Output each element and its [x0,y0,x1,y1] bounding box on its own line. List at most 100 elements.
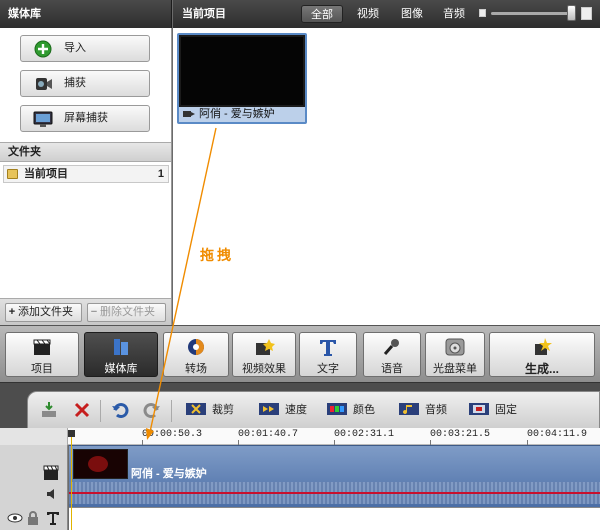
filter-tab-audio[interactable]: 音频 [435,5,473,23]
transition-button-label: 转场 [185,363,207,375]
zoom-slider-track[interactable] [491,12,575,15]
redo-icon[interactable] [143,401,161,419]
import-button[interactable]: 导入 [20,35,150,62]
produce-icon [535,338,552,355]
project-media-area: 阿俏 - 爱与嫉妒 拖拽 [173,28,600,325]
remove-folder-label: 删除文件夹 [100,306,155,318]
video-track[interactable]: 阿俏 - 爱与嫉妒 [69,445,600,507]
screen-capture-label: 屏幕捕获 [64,112,108,124]
zoom-large-icon [581,7,592,20]
speed-button[interactable]: 速度 [258,399,318,421]
produce-button-label: 生成... [524,362,559,376]
zoom-slider-thumb[interactable] [567,5,576,21]
media-caption: 阿俏 - 爱与嫉妒 [199,108,275,120]
edit-toolbar: 裁剪 速度 颜色 音频 固定 [0,382,600,429]
media-library-button[interactable]: 媒体库 [84,332,158,377]
media-library-icon [114,339,128,355]
add-folder-button[interactable]: + 添加文件夹 [5,303,82,322]
playhead-line[interactable] [71,433,72,530]
crop-label: 裁剪 [212,404,234,416]
screen-capture-button[interactable]: 屏幕捕获 [20,105,150,132]
filter-tab-video[interactable]: 视频 [349,5,387,23]
speed-label: 速度 [285,404,307,416]
text-button-label: 文字 [317,363,339,375]
track-headers [0,445,68,530]
filter-tab-all[interactable]: 全部 [301,5,343,23]
transition-icon [188,339,204,355]
crop-button[interactable]: 裁剪 [185,399,245,421]
video-track-icon [43,465,59,480]
freeze-button[interactable]: 固定 [468,399,528,421]
folder-name: 当前项目 [24,168,68,180]
ruler-tick-label: 00:02:31.1 [334,429,395,440]
media-thumbnail [181,37,303,105]
audio-volume-line[interactable] [69,492,600,494]
disc-menu-button-label: 光盘菜单 [433,363,477,375]
voice-button-label: 语音 [381,363,403,375]
media-library-button-label: 媒体库 [104,363,138,375]
clip-title: 阿俏 - 爱与嫉妒 [131,468,207,480]
folders-header: 文件夹 [0,142,171,162]
folder-count: 1 [157,168,164,180]
delete-icon[interactable] [73,401,91,419]
audio-icon [399,403,419,415]
audio-button[interactable]: 音频 [398,399,458,421]
produce-button[interactable]: 生成... [489,332,595,377]
zoom-small-icon [479,9,486,17]
video-effects-button[interactable]: 视频效果 [232,332,296,377]
minus-icon: − [90,306,98,318]
main-toolbar: 项目 媒体库 转场 视频效果 文字 语音 光盘菜单 生成... [0,325,600,382]
clapper-icon [33,339,51,355]
crop-icon [186,403,206,415]
separator [100,400,101,422]
freeze-label: 固定 [495,404,517,416]
speaker-icon[interactable] [44,486,62,502]
capture-button[interactable]: 捕获 [20,70,150,97]
ruler-tick-label: 00:03:21.5 [430,429,491,440]
import-label: 导入 [64,42,86,54]
time-ruler[interactable]: 00:00:50.3 00:01:40.7 00:02:31.1 00:03:2… [0,428,600,445]
drag-annotation-label: 拖拽 [200,247,234,263]
text-track-icon [47,512,59,525]
project-header: 当前项目 全部 视频 图像 音频 [173,0,600,28]
video-effects-icon [256,339,275,355]
ruler-tick-label: 00:04:11.9 [527,429,588,440]
text-button[interactable]: 文字 [299,332,357,377]
media-caption-bar: 阿俏 - 爱与嫉妒 [179,107,305,122]
capture-label: 捕获 [64,77,86,89]
text-icon [320,340,336,356]
lock-icon[interactable] [24,510,42,526]
edit-toolbar-inner: 裁剪 速度 颜色 音频 固定 [27,391,600,429]
folder-item-current-project[interactable]: 当前项目 1 [3,165,169,183]
audio-label: 音频 [425,404,447,416]
transition-button[interactable]: 转场 [163,332,229,377]
video-effects-button-label: 视频效果 [242,363,286,375]
split-icon[interactable] [40,401,58,419]
project-button-label: 项目 [31,363,53,375]
undo-icon[interactable] [111,401,129,419]
color-label: 颜色 [353,404,375,416]
speed-icon [259,403,279,415]
text-track[interactable] [69,507,600,530]
folder-icon [7,169,18,179]
voice-button[interactable]: 语音 [363,332,421,377]
playhead-marker[interactable] [68,430,75,437]
media-library-header: 媒体库 [0,0,172,28]
ruler-tick-label: 00:00:50.3 [142,429,203,440]
media-item[interactable]: 阿俏 - 爱与嫉妒 [177,33,307,124]
color-icon [327,403,347,415]
camcorder-icon [36,78,52,90]
folder-actions-bar: + 添加文件夹 − 删除文件夹 [0,298,171,325]
ruler-tick-label: 00:01:40.7 [238,429,299,440]
disc-menu-button[interactable]: 光盘菜单 [425,332,485,377]
plus-icon: + [8,306,16,318]
eye-icon[interactable] [6,510,24,526]
screen-rec-icon [33,111,53,127]
clip-thumbnail [73,449,128,479]
filter-tab-image[interactable]: 图像 [393,5,431,23]
color-button[interactable]: 颜色 [326,399,386,421]
remove-folder-button[interactable]: − 删除文件夹 [87,303,166,322]
project-button[interactable]: 项目 [5,332,79,377]
add-folder-label: 添加文件夹 [18,306,73,318]
disc-menu-icon [445,338,465,356]
